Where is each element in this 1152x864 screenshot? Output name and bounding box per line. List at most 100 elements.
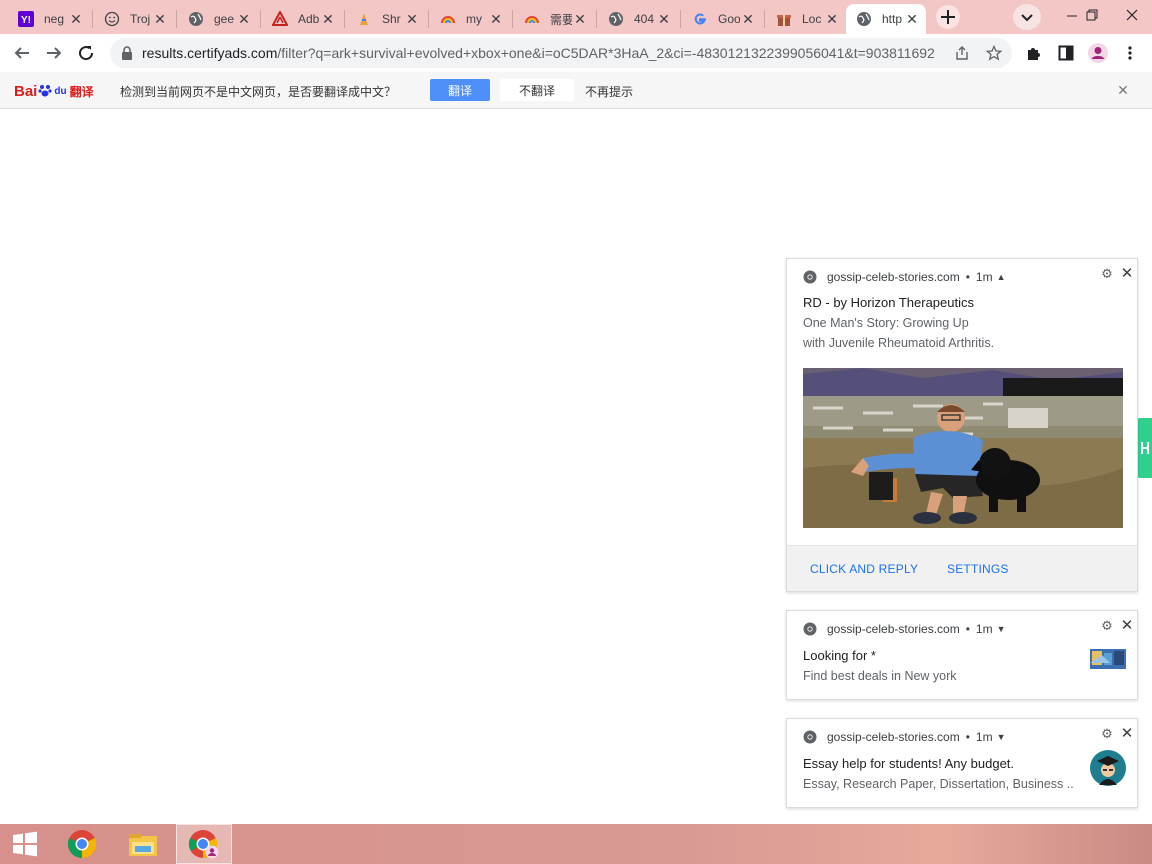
close-icon[interactable]: ✕ [1119,264,1135,282]
tab-trojan[interactable]: Troj ✕ [94,4,174,34]
bookmark-star-icon[interactable] [984,43,1004,63]
close-icon[interactable]: ✕ [236,11,252,27]
tab-separator [344,10,345,28]
notification-time: 1m [975,730,993,744]
notification-header: gossip-celeb-stories.com • 1m ▲ [803,269,1006,285]
google-icon [692,11,708,27]
chrome-icon [803,622,817,636]
settings-button[interactable]: SETTINGS [947,562,1009,576]
close-icon[interactable]: ✕ [488,11,504,27]
url-text[interactable]: results.certifyads.com/filter?q=ark+surv… [142,45,942,61]
close-icon[interactable]: ✕ [68,11,84,27]
graduate-avatar-icon [1089,749,1126,786]
globe-icon [856,11,872,27]
close-icon[interactable]: ✕ [572,11,588,27]
globe-icon [608,11,624,27]
tab-title: 需要 [550,12,572,27]
tab-google[interactable]: Goo ✕ [682,4,762,34]
tab-yahoo[interactable]: Y! neg ✕ [8,4,90,34]
dont-translate-button[interactable]: 不翻译 [500,79,574,101]
close-icon[interactable]: ✕ [824,11,840,27]
notification-card[interactable]: gossip-celeb-stories.com • 1m ▼ ⚙ ✕ Essa… [786,718,1138,808]
chrome-profile-icon [188,830,219,859]
notification-thumbnail [1090,647,1126,683]
taskbar-file-explorer[interactable] [115,824,171,864]
side-widget-tab[interactable] [1137,418,1152,478]
notification-title: Looking for * [803,648,876,663]
tab-adb[interactable]: Adb ✕ [262,4,342,34]
reload-button[interactable] [72,39,100,67]
puzzle-icon [1028,48,1040,60]
notification-site: gossip-celeb-stories.com [827,270,960,284]
close-icon[interactable]: ✕ [404,11,420,27]
notification-image[interactable] [803,368,1123,528]
back-button[interactable] [8,39,36,67]
close-icon[interactable]: ✕ [320,11,336,27]
browser-toolbar: results.certifyads.com/filter?q=ark+surv… [0,34,1152,72]
tab-strip: Y! neg ✕ Troj ✕ gee ✕ Adb ✕ Shr ✕ my ✕ 需… [0,0,1152,34]
taskbar-chrome[interactable] [54,824,110,864]
close-icon[interactable]: ✕ [656,11,672,27]
arrow-right-icon [47,47,62,59]
reload-icon [79,46,94,61]
extensions-button[interactable] [1020,39,1048,67]
share-icon[interactable] [952,43,972,63]
tab-my[interactable]: my ✕ [430,4,510,34]
new-tab-button[interactable] [934,5,962,29]
notification-body: Essay, Research Paper, Dissertation, Bus… [803,777,1073,791]
notification-time: 1m [975,622,993,636]
tab-title: 404 [634,12,655,26]
menu-button[interactable] [1116,39,1144,67]
restore-button[interactable] [1072,0,1112,30]
side-widget-icon [1140,442,1149,454]
tab-title: http [882,12,903,26]
notification-body: One Man's Story: Growing Up [803,316,969,330]
translate-button[interactable]: 翻译 [430,79,490,101]
side-panel-icon [1058,45,1074,61]
url-host: results.certifyads.com [142,45,278,61]
side-panel-button[interactable] [1052,39,1080,67]
tab-xuyao[interactable]: 需要 ✕ [514,4,594,34]
folder-icon [129,834,157,856]
tab-404[interactable]: 404 ✕ [598,4,678,34]
gear-icon[interactable]: ⚙ [1099,618,1115,634]
tab-search-button[interactable] [1013,4,1041,30]
close-icon[interactable]: ✕ [904,11,920,27]
tab-active[interactable]: http ✕ [846,4,926,34]
notification-card[interactable]: gossip-celeb-stories.com • 1m ▼ ⚙ ✕ Look… [786,610,1138,700]
url-path: /filter?q=ark+survival+evolved+xbox+one&… [277,45,935,61]
start-button[interactable] [0,824,50,864]
click-and-reply-button[interactable]: CLICK AND REPLY [810,562,918,576]
close-icon[interactable]: ✕ [1114,81,1132,99]
translate-message: 检测到当前网页不是中文网页，是否要翻译成中文？ [120,85,397,99]
tab-loc[interactable]: Loc ✕ [766,4,846,34]
profile-button[interactable] [1084,39,1112,67]
address-bar[interactable]: results.certifyads.com/filter?q=ark+surv… [110,38,1012,68]
chevron-down-icon[interactable]: ▼ [997,624,1006,634]
close-icon[interactable]: ✕ [1119,724,1135,742]
close-icon[interactable]: ✕ [152,11,168,27]
gear-icon[interactable]: ⚙ [1099,266,1115,282]
tab-title: Troj [130,12,151,26]
forward-button[interactable] [40,39,68,67]
tab-gee[interactable]: gee ✕ [178,4,258,34]
notification-header: gossip-celeb-stories.com • 1m ▼ [803,729,1006,745]
gear-icon[interactable]: ⚙ [1099,726,1115,742]
chevron-down-icon[interactable]: ▼ [997,732,1006,742]
taskbar-chrome-profile[interactable] [176,824,232,864]
tab-shr[interactable]: Shr ✕ [346,4,426,34]
svg-text:Y!: Y! [21,15,31,26]
close-window-button[interactable] [1112,0,1152,30]
windows-logo-icon [13,831,37,857]
close-icon[interactable]: ✕ [1119,616,1135,634]
notification-card[interactable]: gossip-celeb-stories.com • 1m ▲ ⚙ ✕ RD -… [786,258,1138,592]
chevron-up-icon[interactable]: ▲ [997,272,1006,282]
more-vert-icon [1128,46,1132,60]
logo-text: Bai [14,82,38,100]
notification-body: with Juvenile Rheumatoid Arthritis. [803,336,995,350]
chrome-icon [67,830,97,859]
lock-icon[interactable] [112,38,142,68]
never-remind-link[interactable]: 不再提示 [585,83,633,100]
avatar [1088,43,1108,63]
close-icon[interactable]: ✕ [740,11,756,27]
